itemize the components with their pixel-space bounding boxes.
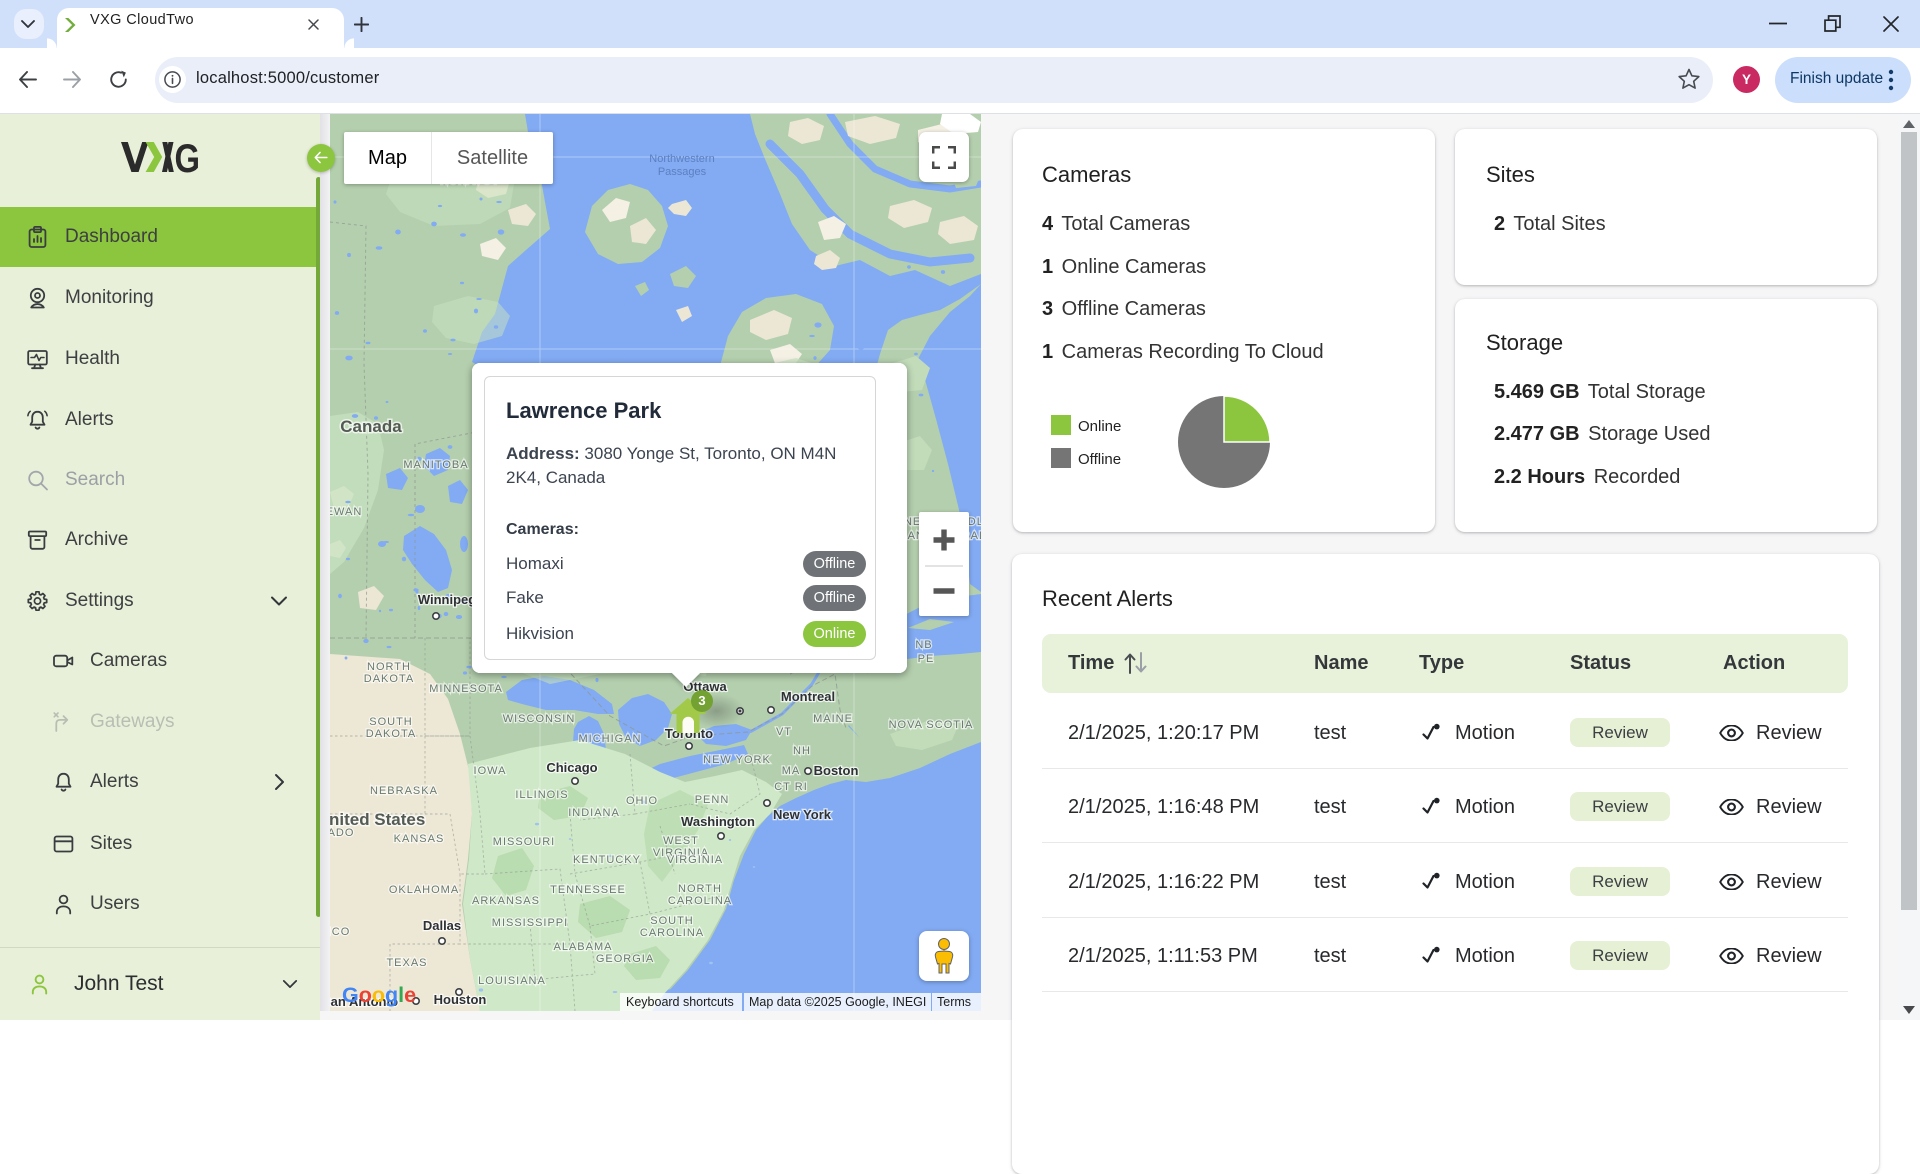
svg-text:OKLAHOMA: OKLAHOMA [389,884,459,896]
svg-text:EWAN: EWAN [330,506,362,518]
svg-text:Montreal: Montreal [781,689,835,704]
svg-text:Chicago: Chicago [546,760,597,775]
svg-text:Passages: Passages [658,166,707,178]
svg-text:MISSOURI: MISSOURI [493,836,555,848]
svg-text:NEW YORK: NEW YORK [703,754,771,766]
svg-text:NOVA SCOTIA: NOVA SCOTIA [889,719,974,731]
svg-text:NORTH: NORTH [367,661,411,673]
svg-text:Washington: Washington [681,814,755,829]
svg-text:New York: New York [773,807,832,822]
svg-text:NB: NB [915,639,932,651]
svg-text:MA: MA [782,765,801,777]
svg-text:INDIANA: INDIANA [568,807,620,819]
svg-text:ALABAMA: ALABAMA [554,941,613,953]
svg-text:TENNESSEE: TENNESSEE [550,884,626,896]
svg-text:G: G [175,142,201,173]
svg-text:MAINE: MAINE [813,713,853,725]
svg-text:KANSAS: KANSAS [394,833,445,845]
svg-text:DAKOTA: DAKOTA [364,673,414,685]
svg-text:SOUTH: SOUTH [650,915,694,927]
svg-text:ILLINOIS: ILLINOIS [515,789,568,801]
svg-text:PE: PE [918,653,935,665]
svg-text:Boston: Boston [814,763,859,778]
svg-text:DAKOTA: DAKOTA [366,728,416,740]
svg-text:CT RI: CT RI [774,781,808,793]
svg-text:United States: United States [330,810,425,829]
svg-text:NORTH: NORTH [678,883,722,895]
svg-text:Winnipeg: Winnipeg [418,592,476,607]
svg-text:ARKANSAS: ARKANSAS [472,895,540,907]
svg-text:TEXAS: TEXAS [386,957,427,969]
svg-text:OHIO: OHIO [626,795,658,807]
svg-text:CAROLINA: CAROLINA [640,927,704,939]
svg-text:SOUTH: SOUTH [369,716,413,728]
svg-text:NH: NH [793,745,811,757]
svg-text:LOUISIANA: LOUISIANA [478,975,546,987]
svg-text:Dallas: Dallas [423,918,461,933]
svg-text:MICHIGAN: MICHIGAN [579,733,642,745]
svg-text:ICO: ICO [330,926,350,938]
svg-text:VT: VT [776,726,792,738]
svg-text:NEBRASKA: NEBRASKA [370,785,438,797]
svg-text:MINNESOTA: MINNESOTA [429,683,503,695]
svg-text:GEORGIA: GEORGIA [596,953,654,965]
svg-text:IOWA: IOWA [474,765,507,777]
svg-text:PENN: PENN [695,794,730,806]
svg-text:Canada: Canada [340,417,402,436]
svg-text:KENTUCKY: KENTUCKY [573,854,641,866]
svg-text:MISSISSIPPI: MISSISSIPPI [492,917,568,929]
svg-text:WEST: WEST [663,835,699,847]
svg-text:VIRGINIA: VIRGINIA [667,854,723,866]
svg-text:CAROLINA: CAROLINA [668,895,732,907]
svg-text:WISCONSIN: WISCONSIN [503,713,576,725]
svg-text:Northwestern: Northwestern [649,153,714,165]
svg-text:MANITOBA: MANITOBA [403,459,468,471]
